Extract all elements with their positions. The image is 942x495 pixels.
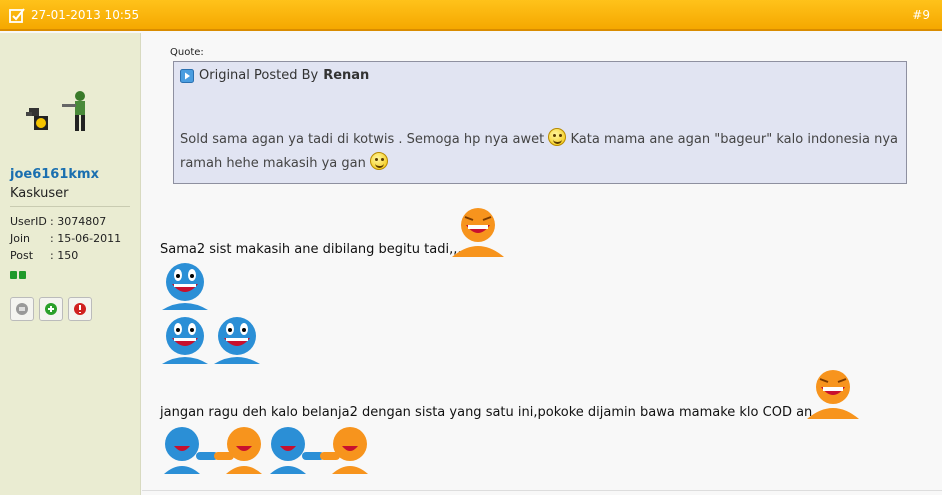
post-content: Quote: Original Posted By Renan Sold sam… [142,33,942,495]
quote-label: Quote: [170,47,204,58]
view-post-icon[interactable] [180,68,194,83]
handshake-emoticon-icon [164,427,262,474]
blue-grin-emoticon-icon [162,317,208,364]
info-userid: UserID: 3074807 [10,215,107,228]
handshake-emoticon-icon [270,427,368,474]
user-title: Kaskuser [10,186,69,201]
message-line-2: jangan ragu deh kalo belanja2 dengan sis… [160,405,829,420]
quote-text: Sold sama agan ya tadi di kotwis . Semog… [180,128,900,176]
user-sidebar: joe6161kmx Kaskuser UserID: 3074807 Join… [0,33,141,495]
quote-author: Renan [323,68,370,83]
report-icon [74,303,86,315]
profile-icon [16,303,28,315]
laughing-emoticon-icon [807,370,859,419]
smiley-icon [369,152,388,170]
add-reputation-button[interactable] [39,297,63,321]
laughing-emoticon-icon [452,208,504,257]
post-number-link[interactable]: #9 [912,8,930,22]
blue-grin-emoticon-icon [162,263,208,310]
post-header: 27-01-2013 10:55 #9 [0,0,942,31]
post-footer-divider [142,490,942,491]
quote-prefix: Original Posted By [199,68,319,83]
username-link[interactable]: joe6161kmx [10,167,99,182]
post-date: 27-01-2013 10:55 [31,8,140,22]
reputation-icon [10,271,26,279]
report-button[interactable] [68,297,92,321]
message-line-1: Sama2 sist makasih ane dibilang begitu t… [160,242,462,257]
user-avatar[interactable] [24,90,94,134]
info-post: Post: 150 [10,249,79,262]
profile-button[interactable] [10,297,34,321]
smiley-icon [548,128,567,146]
add-rep-icon [45,303,57,315]
sidebar-divider [10,206,130,207]
info-join: Join: 15-06-2011 [10,232,122,245]
checkbox-icon [9,8,25,23]
quote-box: Original Posted By Renan Sold sama agan … [173,61,907,184]
blue-grin-emoticon-icon [214,317,260,364]
